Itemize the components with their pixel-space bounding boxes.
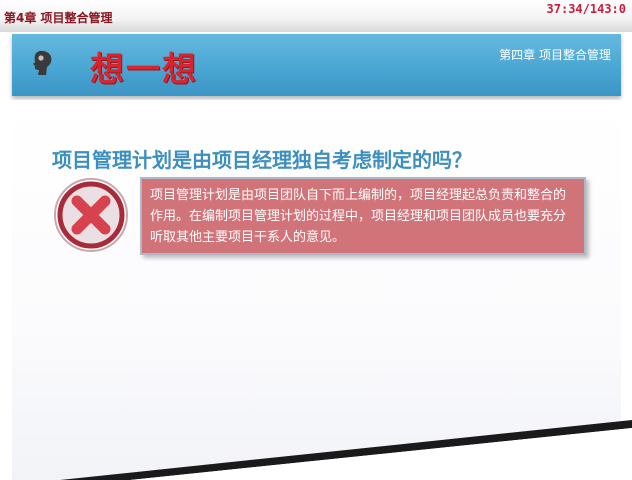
chapter-label: 第4章 项目整合管理 (4, 11, 113, 25)
playback-timer: 37:34/143:0 (546, 2, 626, 16)
answer-box: 项目管理计划是由项目团队自下而上编制的，项目经理起总负责和整合的作用。在编制项目… (140, 177, 586, 255)
slide-header: 想一想 第四章 项目整合管理 (12, 34, 621, 96)
slide-body: 项目管理计划是由项目经理独自考虑制定的吗？ 项目管理计划是由项目团队自下而上编制… (12, 100, 621, 480)
top-bar: 第4章 项目整合管理 37:34/143:0 (0, 0, 632, 32)
x-mark-icon (54, 178, 128, 252)
chapter-heading: 第四章 项目整合管理 (499, 48, 611, 62)
question-text: 项目管理计划是由项目经理独自考虑制定的吗？ (52, 148, 472, 172)
slide-title: 想一想 (90, 50, 198, 90)
thinking-head-icon (33, 50, 52, 75)
